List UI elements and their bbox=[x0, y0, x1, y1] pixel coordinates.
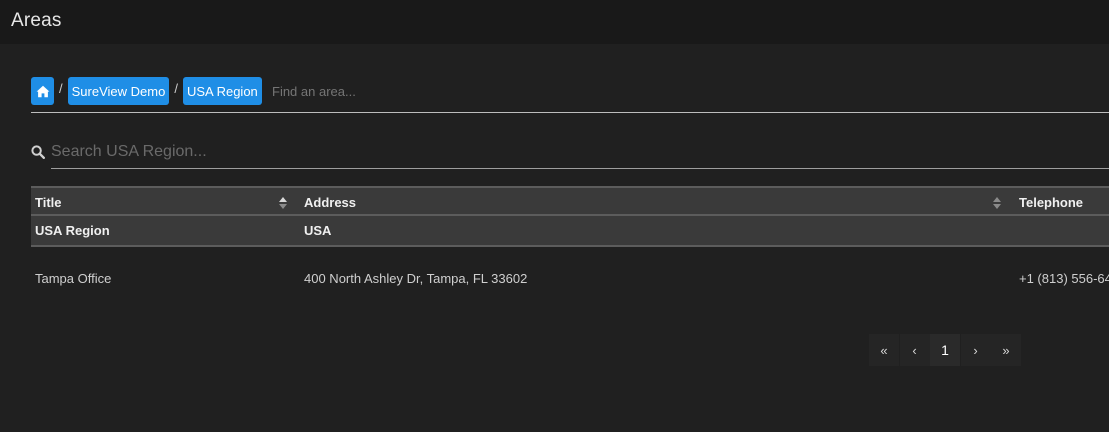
row-address-cell: 400 North Ashley Dr, Tampa, FL 33602 bbox=[304, 271, 528, 286]
breadcrumb-separator: / bbox=[59, 80, 63, 96]
home-icon bbox=[36, 85, 49, 97]
column-header-address[interactable]: Address bbox=[304, 195, 356, 210]
breadcrumb-item-usa-region[interactable]: USA Region bbox=[182, 77, 262, 105]
search-input[interactable] bbox=[51, 142, 651, 162]
current-page-button[interactable]: 1 bbox=[930, 334, 960, 366]
row-title-cell: Tampa Office bbox=[35, 271, 112, 286]
sort-icon[interactable] bbox=[993, 197, 1001, 209]
pagination: « ‹ 1 › » bbox=[869, 334, 1022, 366]
group-title-cell: USA Region bbox=[35, 223, 110, 238]
breadcrumb: / SureView Demo / USA Region bbox=[31, 77, 262, 105]
find-area-underline bbox=[31, 112, 1109, 113]
page-title: Areas bbox=[11, 10, 62, 31]
breadcrumb-home-button[interactable] bbox=[31, 77, 54, 105]
search-icon bbox=[31, 145, 45, 159]
find-area-input[interactable] bbox=[272, 84, 572, 99]
last-page-button[interactable]: » bbox=[991, 334, 1021, 366]
next-page-button[interactable]: › bbox=[960, 334, 991, 366]
areas-table: Title Address Telephone USA Region USA T… bbox=[31, 186, 1109, 310]
previous-page-button[interactable]: ‹ bbox=[899, 334, 930, 366]
column-header-telephone[interactable]: Telephone bbox=[1019, 195, 1083, 210]
group-address-cell: USA bbox=[304, 223, 332, 238]
sort-icon[interactable] bbox=[279, 197, 287, 209]
table-header: Title Address Telephone bbox=[31, 186, 1109, 216]
first-page-button[interactable]: « bbox=[869, 334, 899, 366]
row-telephone-cell: +1 (813) 556-64 bbox=[1019, 271, 1109, 286]
app-header: Areas bbox=[0, 0, 1109, 44]
search-underline bbox=[51, 168, 1109, 169]
table-row[interactable]: Tampa Office 400 North Ashley Dr, Tampa,… bbox=[31, 247, 1109, 310]
table-group-row[interactable]: USA Region USA bbox=[31, 216, 1109, 247]
breadcrumb-item-sureview-demo[interactable]: SureView Demo bbox=[67, 77, 170, 105]
breadcrumb-separator: / bbox=[174, 80, 178, 96]
column-header-title[interactable]: Title bbox=[35, 195, 62, 210]
